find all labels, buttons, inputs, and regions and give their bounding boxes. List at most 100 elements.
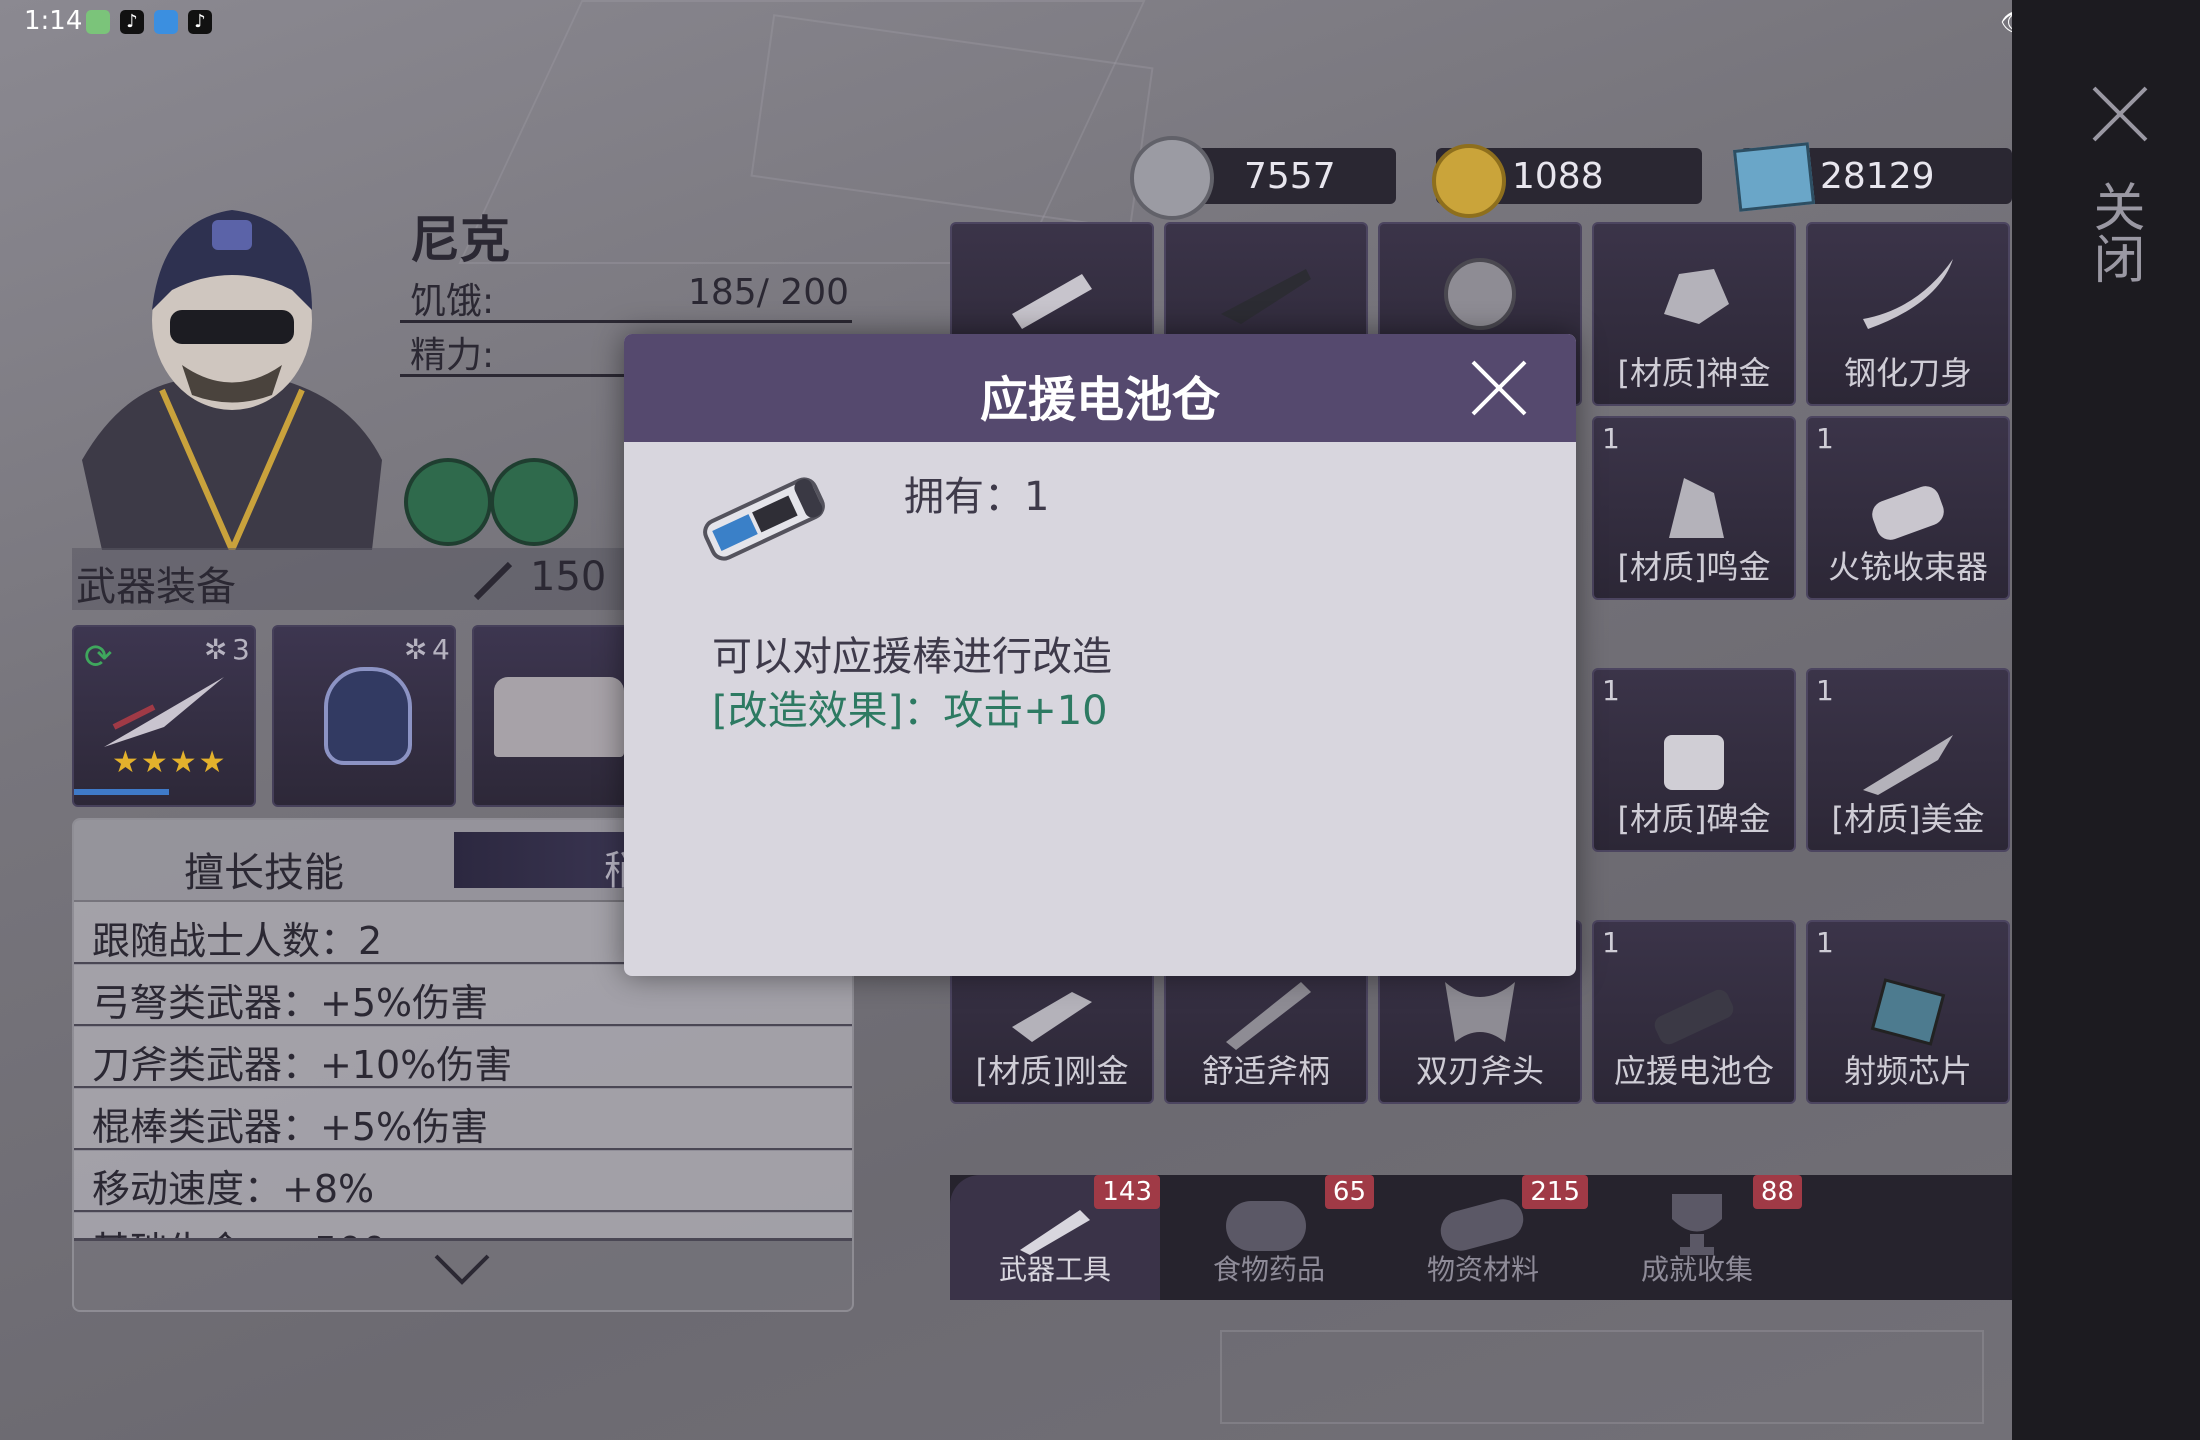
- tab-specialty-skills[interactable]: 擅长技能: [184, 840, 344, 898]
- owned-count: 拥有：1: [904, 474, 1050, 520]
- currency-value: 7557: [1244, 156, 1336, 197]
- skill-row: 基础生命：+500: [74, 1212, 852, 1241]
- tab-food-medicine[interactable]: 65 食物药品: [1164, 1175, 1374, 1300]
- dialog-title: 应援电池仓: [979, 372, 1220, 428]
- close-icon[interactable]: [1467, 356, 1531, 420]
- tab-weapons-tools[interactable]: 143 武器工具: [950, 1175, 1160, 1300]
- skill-row: 移动速度：+8%: [74, 1150, 852, 1213]
- browser-icon: [154, 10, 178, 34]
- status-time: 1:14: [24, 6, 83, 36]
- ingot-icon: [1012, 992, 1092, 1042]
- tab-badge: 65: [1324, 1175, 1374, 1209]
- cube-icon: [1664, 735, 1724, 790]
- mood-status-icon[interactable]: [490, 458, 578, 546]
- inventory-item[interactable]: 钢化刀身: [1806, 222, 2010, 406]
- item-label: 火铳收束器: [1827, 548, 1988, 586]
- slot-progress: [74, 789, 169, 795]
- item-count: 1: [1602, 926, 1620, 959]
- item-label: 应援电池仓: [1613, 1052, 1774, 1090]
- tab-badge: 215: [1522, 1175, 1588, 1209]
- tiktok-icon: ♪: [188, 10, 212, 34]
- inventory-item[interactable]: 1 火铳收束器: [1806, 416, 2010, 600]
- status-bar: 1:14 ♪ ♪ 👁 ⏰ ≋ 39: [0, 0, 2200, 46]
- muzzle-icon: [1872, 486, 1944, 540]
- battery-icon: [703, 477, 825, 561]
- ore-icon: [1664, 269, 1729, 324]
- hunger-value: 185/ 200: [688, 272, 849, 313]
- chip-icon: [1870, 978, 1946, 1046]
- hunger-divider: [400, 320, 852, 323]
- rifle-barrel-icon: [1221, 269, 1311, 324]
- dialog-header: 应援电池仓: [624, 334, 1576, 442]
- log-icon: [1436, 1194, 1528, 1256]
- close-label[interactable]: 关闭: [2084, 180, 2152, 284]
- energy-label: 精力:: [410, 335, 495, 376]
- inventory-item[interactable]: [材质]神金: [1592, 222, 1796, 406]
- bandage-icon: [1012, 274, 1092, 329]
- item-detail-dialog: 应援电池仓 拥有：1 可以对应援棒进行改造 [改造效果]：攻击+10: [624, 334, 1576, 976]
- tab-badge: 143: [1094, 1175, 1160, 1209]
- inventory-item[interactable]: 1 应援电池仓: [1592, 920, 1796, 1104]
- handle-icon: [1226, 982, 1311, 1050]
- twin-blade-icon: [104, 677, 224, 747]
- slot-level: 3: [232, 633, 250, 666]
- currency-value: 1088: [1512, 156, 1604, 197]
- tab-supplies-materials[interactable]: 215 物资材料: [1378, 1175, 1588, 1300]
- equipment-slot-weapon[interactable]: ⟳ ✲ 3 ★★★★: [72, 625, 256, 807]
- close-icon[interactable]: [2090, 84, 2150, 144]
- helmet-icon: [324, 667, 412, 765]
- item-count: 1: [1816, 422, 1834, 455]
- upgrade-effect: [改造效果]：攻击+10: [712, 688, 1108, 734]
- attack-value: 150: [530, 554, 607, 600]
- item-label: 射频芯片: [1843, 1052, 1972, 1090]
- inventory-item[interactable]: 1 [材质]鸣金: [1592, 416, 1796, 600]
- crystal-icon: [1669, 478, 1724, 538]
- item-count: 1: [1602, 422, 1620, 455]
- tiktok-icon: ♪: [120, 10, 144, 34]
- gold-coin-icon: [1432, 144, 1506, 218]
- gear-icon: ✲: [404, 633, 428, 666]
- battery-icon: [1654, 989, 1734, 1045]
- hunger-label: 饥饿:: [410, 281, 495, 322]
- disc-icon: [1444, 258, 1516, 330]
- meat-icon: [1226, 1201, 1306, 1251]
- item-count: 1: [1602, 674, 1620, 707]
- jacket-icon: [494, 677, 624, 757]
- item-label: [材质]鸣金: [1617, 548, 1771, 586]
- skill-row: 棍棒类武器：+5%伤害: [74, 1088, 852, 1151]
- tab-badge: 88: [1752, 1175, 1802, 1209]
- close-sidebar[interactable]: 关闭: [2012, 0, 2200, 1440]
- skill-row: 刀斧类武器：+10%伤害: [74, 1026, 852, 1089]
- coin-stack-icon: [1130, 136, 1214, 220]
- item-label: [材质]美金: [1831, 800, 1985, 838]
- energy-divider: [400, 374, 626, 377]
- item-label: 舒适斧柄: [1201, 1052, 1330, 1090]
- character-name: 尼克: [410, 211, 510, 269]
- shard-icon: [1863, 735, 1953, 795]
- gear-icon: ✲: [204, 633, 228, 666]
- blade-icon: [1863, 259, 1953, 329]
- star-rating: ★★★★: [112, 745, 228, 780]
- tab-achievements[interactable]: 88 成就收集: [1592, 1175, 1802, 1300]
- axe-wrench-icon: [1020, 1210, 1090, 1255]
- item-label: 双刃斧头: [1415, 1052, 1544, 1090]
- item-label: [材质]神金: [1617, 354, 1771, 392]
- item-label: [材质]刚金: [975, 1052, 1129, 1090]
- equipment-slot-helmet[interactable]: ✲ 4: [272, 625, 456, 807]
- sword-icon: [473, 561, 513, 601]
- stomach-status-icon[interactable]: [404, 458, 492, 546]
- axe-head-icon: [1445, 982, 1515, 1042]
- chevron-down-icon[interactable]: [432, 1250, 492, 1290]
- character-portrait: [82, 210, 382, 550]
- app-icon: [86, 10, 110, 34]
- item-description: 可以对应援棒进行改造: [712, 634, 1112, 680]
- item-count: 1: [1816, 926, 1834, 959]
- ground-silhouette: [1220, 1330, 1984, 1424]
- ticket-icon: [1732, 142, 1816, 212]
- inventory-item[interactable]: 1 [材质]美金: [1806, 668, 2010, 852]
- equipment-slot-armor[interactable]: [472, 625, 636, 807]
- inventory-item[interactable]: 1 射频芯片: [1806, 920, 2010, 1104]
- item-label: [材质]碑金: [1617, 800, 1771, 838]
- equipment-section-label: 武器装备: [76, 564, 236, 610]
- inventory-item[interactable]: 1 [材质]碑金: [1592, 668, 1796, 852]
